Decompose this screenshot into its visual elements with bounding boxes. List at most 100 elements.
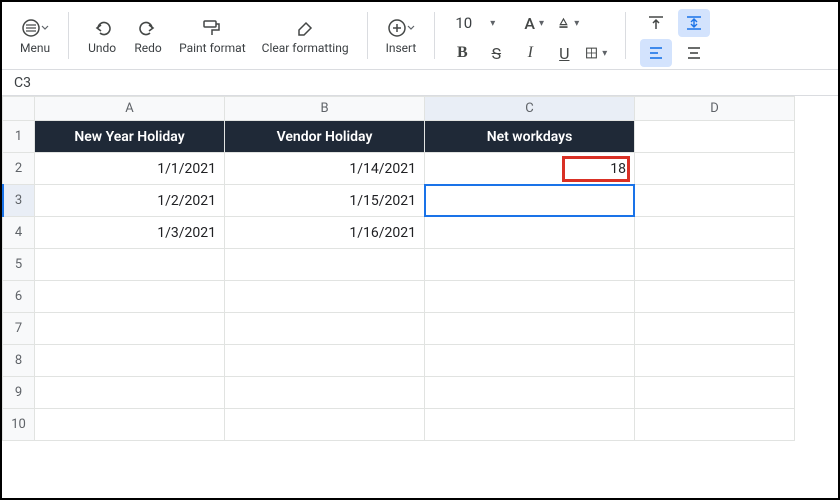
cell-B6[interactable]: [225, 281, 425, 313]
paint-format-button[interactable]: Paint format: [171, 8, 254, 63]
menu-button[interactable]: Menu: [12, 8, 58, 63]
table-row: 1 New Year Holiday Vendor Holiday Net wo…: [3, 121, 795, 153]
table-row: 3 1/2/2021 1/15/2021: [3, 185, 795, 217]
text-color-button[interactable]: A▾: [523, 10, 549, 36]
cell-B4[interactable]: 1/16/2021: [225, 217, 425, 249]
table-row: 4 1/3/2021 1/16/2021: [3, 217, 795, 249]
cell-D2[interactable]: [635, 153, 795, 185]
cell-C9[interactable]: [425, 377, 635, 409]
redo-button[interactable]: Redo: [125, 8, 171, 63]
undo-button[interactable]: Undo: [79, 8, 125, 63]
col-header-B[interactable]: B: [225, 97, 425, 121]
insert-button[interactable]: Insert: [378, 8, 425, 63]
cell-A5[interactable]: [35, 249, 225, 281]
cell-C3[interactable]: [425, 185, 635, 217]
row-header[interactable]: 7: [3, 313, 35, 345]
row-header[interactable]: 6: [3, 281, 35, 313]
cell-A2[interactable]: 1/1/2021: [35, 153, 225, 185]
plus-circle-icon: [387, 17, 415, 39]
cell-A4[interactable]: 1/3/2021: [35, 217, 225, 249]
cell-C10[interactable]: [425, 409, 635, 441]
cell-D10[interactable]: [635, 409, 795, 441]
cell-B1[interactable]: Vendor Holiday: [225, 121, 425, 153]
undo-label: Undo: [88, 41, 116, 55]
toolbar: Menu Undo Redo Paint format Clear f: [2, 2, 838, 70]
table-row: 2 1/1/2021 1/14/2021 18: [3, 153, 795, 185]
clear-formatting-button[interactable]: Clear formatting: [254, 8, 357, 63]
insert-label: Insert: [386, 41, 417, 55]
vertical-align-middle-button[interactable]: [678, 9, 710, 37]
cell-D4[interactable]: [635, 217, 795, 249]
eraser-icon: [294, 17, 316, 39]
redo-icon: [138, 17, 158, 39]
cell-C2[interactable]: 18: [425, 153, 635, 185]
table-row: 5: [3, 249, 795, 281]
align-left-button[interactable]: [640, 39, 672, 67]
redo-label: Redo: [134, 41, 161, 55]
column-headers-row: A B C D: [3, 97, 795, 121]
row-header[interactable]: 3: [3, 185, 35, 217]
cell-A7[interactable]: [35, 313, 225, 345]
table-row: 8: [3, 345, 795, 377]
cell-C2-value: 18: [610, 161, 626, 177]
row-header[interactable]: 10: [3, 409, 35, 441]
bold-button[interactable]: B: [449, 40, 475, 66]
clear-formatting-label: Clear formatting: [262, 41, 349, 55]
table-row: 9: [3, 377, 795, 409]
cell-B2[interactable]: 1/14/2021: [225, 153, 425, 185]
italic-button[interactable]: I: [517, 40, 543, 66]
cell-D3[interactable]: [635, 185, 795, 217]
cell-A1[interactable]: New Year Holiday: [35, 121, 225, 153]
row-header[interactable]: 2: [3, 153, 35, 185]
row-header[interactable]: 5: [3, 249, 35, 281]
vertical-align-top-button[interactable]: [640, 9, 672, 37]
cell-C1[interactable]: Net workdays: [425, 121, 635, 153]
cell-A6[interactable]: [35, 281, 225, 313]
select-all-corner[interactable]: [3, 97, 35, 121]
col-header-D[interactable]: D: [635, 97, 795, 121]
spreadsheet-grid[interactable]: A B C D 1 New Year Holiday Vendor Holida…: [2, 96, 838, 441]
cell-D8[interactable]: [635, 345, 795, 377]
cell-D6[interactable]: [635, 281, 795, 313]
menu-icon: [21, 17, 49, 39]
table-row: 6: [3, 281, 795, 313]
col-header-C[interactable]: C: [425, 97, 635, 121]
cell-B10[interactable]: [225, 409, 425, 441]
cell-C6[interactable]: [425, 281, 635, 313]
cell-C7[interactable]: [425, 313, 635, 345]
row-header[interactable]: 1: [3, 121, 35, 153]
underline-button[interactable]: U: [551, 40, 577, 66]
cell-A8[interactable]: [35, 345, 225, 377]
fill-color-button[interactable]: ▾: [557, 10, 583, 36]
cell-B3[interactable]: 1/15/2021: [225, 185, 425, 217]
borders-button[interactable]: ▾: [585, 40, 611, 66]
cell-D7[interactable]: [635, 313, 795, 345]
cell-A3[interactable]: 1/2/2021: [35, 185, 225, 217]
cell-B7[interactable]: [225, 313, 425, 345]
name-box-value: C3: [14, 75, 31, 91]
strikethrough-button[interactable]: S: [483, 40, 509, 66]
menu-label: Menu: [20, 41, 50, 55]
row-header[interactable]: 8: [3, 345, 35, 377]
align-center-button[interactable]: [678, 39, 710, 67]
col-header-A[interactable]: A: [35, 97, 225, 121]
cell-C5[interactable]: [425, 249, 635, 281]
chevron-down-icon[interactable]: ▾: [486, 18, 499, 29]
font-size-value[interactable]: 10: [449, 14, 478, 32]
cell-A10[interactable]: [35, 409, 225, 441]
cell-D9[interactable]: [635, 377, 795, 409]
cell-A9[interactable]: [35, 377, 225, 409]
cell-B5[interactable]: [225, 249, 425, 281]
table-row: 10: [3, 409, 795, 441]
row-header[interactable]: 4: [3, 217, 35, 249]
cell-B9[interactable]: [225, 377, 425, 409]
name-box[interactable]: C3: [2, 70, 838, 96]
cell-B8[interactable]: [225, 345, 425, 377]
table-row: 7: [3, 313, 795, 345]
cell-D1[interactable]: [635, 121, 795, 153]
cell-D5[interactable]: [635, 249, 795, 281]
cell-C8[interactable]: [425, 345, 635, 377]
cell-C4[interactable]: [425, 217, 635, 249]
row-header[interactable]: 9: [3, 377, 35, 409]
paint-roller-icon: [201, 17, 223, 39]
